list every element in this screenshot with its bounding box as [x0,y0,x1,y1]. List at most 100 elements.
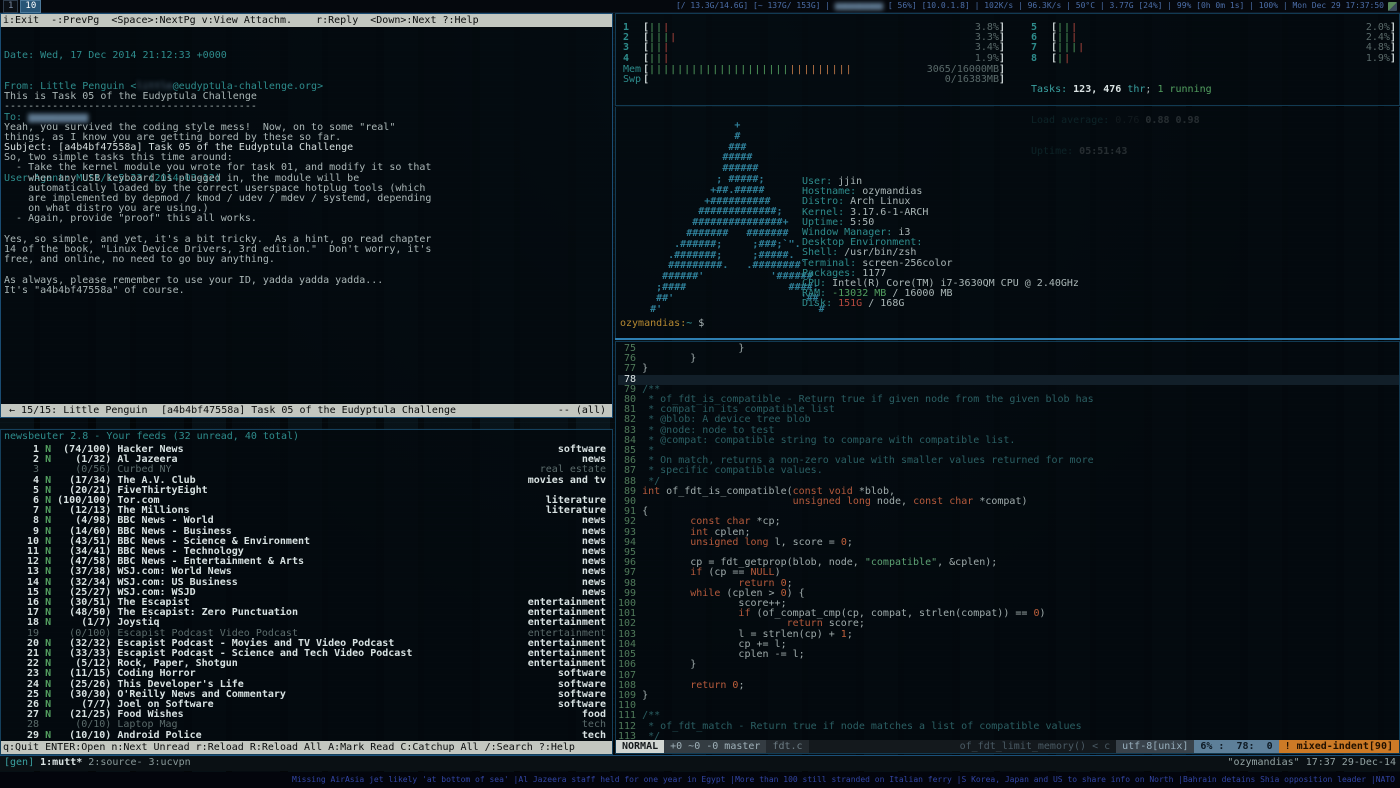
ticks-red: | [1064,54,1071,64]
info-value: / 168G [862,298,904,309]
i3-status-bar: 110 [/ 13.3G/14.6G] [~ 137G/ 153G] | ▆▆▆… [0,0,1400,13]
code-text [642,671,1399,681]
ticks-green: || [649,54,663,64]
line-number: 106 [618,660,642,670]
vim-mode-indicator: NORMAL [616,740,664,753]
tmux-pane-divider[interactable] [615,338,1400,340]
tray-icon[interactable] [1388,2,1397,11]
mixed-indent-warning: ! mixed-indent[90] [1279,740,1399,753]
newsbeuter-window[interactable]: newsbeuter 2.8 - Your feeds (32 unread, … [0,429,613,755]
redacted-ssid: ▆▆▆▆▆▆▆▆▆▆ [835,1,883,10]
memory-meters: Mem[|||||||||||||||||||||||||||||3065/16… [623,65,1005,85]
i3status-metrics: [ 56%] [10.0.1.8] | 102K/s | 96.3K/s | 5… [883,1,1384,10]
cpu-meter: 2[||||3.3%] [623,33,1005,43]
text-segment: 1 running [1157,84,1211,95]
tmux-window-list[interactable]: [gen] 1:mutt* 2:source- 3:ucvpn [4,758,191,768]
feed-list-item[interactable]: 29 N (10/10) Android Policetech [1,731,612,741]
meter-ticks: ||| [1057,23,1366,33]
code-line: 106 } [618,660,1399,670]
code-line: 76 } [618,354,1399,364]
text-segment: 3:ucvpn [149,757,191,768]
meter-ticks: |||| [649,33,975,43]
code-text: const char *cp; [642,517,1399,527]
code-line: 90 unsigned long node, const char *compa… [618,497,1399,507]
feed-title: Android Police [117,731,201,741]
ticks-red: | [1071,33,1078,43]
feed-list: 1 N (74/100) Hacker Newssoftware 2 N (1/… [1,445,612,741]
ticks-red: | [1071,23,1078,33]
ticks-green: ||| [1057,43,1078,53]
vim-window[interactable]: 75 } 76 } 77 } 78 79 /** 80 * of_fdt_is_… [615,341,1400,754]
ticks-red: | [670,33,677,43]
shell-prompt[interactable]: ozymandias:~ $ [620,319,704,329]
text-segment: 123, 476 [1073,84,1127,95]
line-number: 111 [618,711,642,721]
code-text: unsigned long node, const char *compat) [642,497,1399,507]
cpu-meter: 5[|||2.0%] [1031,23,1396,33]
cpu-id: 4 [623,54,643,64]
i3status-disks: [/ 13.3G/14.6G] [~ 137G/ 153G] | [676,1,835,10]
code-text [642,701,1399,711]
htop-window[interactable]: 1[|||3.8%]2[||||3.3%]3[|||3.4%]4[|||1.9%… [615,13,1400,106]
code-text: * specific compatible values. [642,466,1399,476]
mutt-status-subject: [a4b4bf47558a] Task 05 of the Eudyptula … [161,404,558,417]
meter-ticks: ||| [649,54,975,64]
memory-meter: Swp[0/16383MB] [623,75,1005,85]
cpu-meter: 1[|||3.8%] [623,23,1005,33]
ticks-green: || [1057,23,1071,33]
email-body: This is Task 05 of the Eudyptula Challen… [4,92,431,296]
feed-tag: movies and tv [528,476,606,486]
text-segment: $ [692,318,704,329]
info-label: Disk: [802,298,838,309]
info-value: 151G [838,298,862,309]
code-line: 75 } [618,344,1399,354]
system-info-row: Disk: 151G / 168G [802,299,1079,309]
ticks-red: | [663,43,670,53]
arch-linux-logo: + # ### ##### ###### ; #####; +##.##### … [626,121,825,315]
ticks-orange: ||||||||| [789,65,852,75]
cursor-position-segment: 6% : 78: 0 [1194,740,1278,753]
workspace-button[interactable]: 10 [20,0,41,13]
meter-ticks: ||| [649,23,975,33]
text-segment: 1:mutt* [40,757,88,768]
ticks-green: |||||||||||||||||||| [649,65,789,75]
ticks-green: | [1057,54,1064,64]
cpu-meter: 3[|||3.4%] [623,43,1005,53]
meter-ticks: ||| [1057,33,1366,43]
ticks-green: || [649,43,663,53]
news-ticker: Missing AirAsia jet likely 'at bottom of… [0,772,1400,788]
meter-ticks: ||| [649,43,975,53]
code-text: } [642,364,1399,374]
git-branch-segment: +0 ~0 -0 master [664,740,766,753]
meter-bracket: ] [999,54,1005,64]
cpu-id: 8 [1031,54,1051,64]
text-segment: 2:source- [88,757,148,768]
current-function-segment: of_fdt_limit_memory() < c [954,740,1117,753]
mutt-status-bar: ← 15/15: Little Penguin [a4b4bf47558a] T… [1,404,612,417]
meter-ticks: |||| [1057,43,1366,53]
ticks-green: ||| [649,33,670,43]
cpu-meter: 4[|||1.9%] [623,54,1005,64]
code-line: 108 return 0; [618,681,1399,691]
text-segment: Tasks: [1031,84,1073,95]
screenfetch-terminal[interactable]: + # ### ##### ###### ; #####; +##.##### … [615,107,1400,338]
code-editor[interactable]: 75 } 76 } 77 } 78 79 /** 80 * of_fdt_is_… [618,344,1399,742]
code-text: * @compat: compatible string to compare … [642,436,1399,446]
encoding-segment: utf-8[unix] [1116,740,1194,753]
code-line: 84 * @compat: compatible string to compa… [618,436,1399,446]
text-segment: ozymandias: [620,318,686,329]
text-segment: thr [1127,84,1145,95]
cpu-meters-right: 5[|||2.0%]6[|||2.4%]7[||||4.8%]8[||1.9%] [1031,23,1396,64]
code-text: unsigned long l, score = 0; [642,538,1399,548]
meter-ticks [649,75,945,85]
mutt-window[interactable]: i:Exit -:PrevPg <Space>:NextPg v:View At… [0,13,613,418]
mutt-status-scope: -- (all) [558,404,606,417]
workspace-button[interactable]: 1 [3,0,18,13]
ticks-red: | [663,54,670,64]
mutt-message-index: ← 15/15: Little Penguin [3,404,161,417]
meter-label: Swp [623,75,643,85]
meter-value: 0/16383MB [945,75,999,85]
code-line: 110 [618,701,1399,711]
code-line: 78 [618,375,1399,385]
tasks-line: Tasks: 123, 476 thr; 1 running [1031,85,1212,95]
